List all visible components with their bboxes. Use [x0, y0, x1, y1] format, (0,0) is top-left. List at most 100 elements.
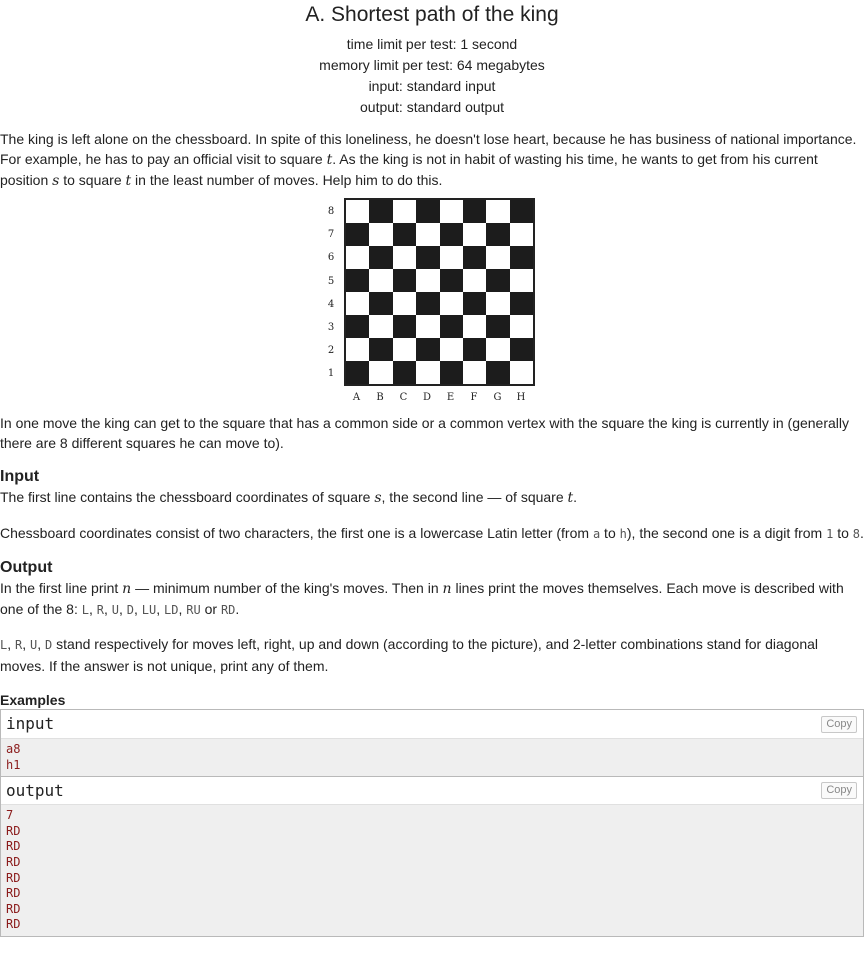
sample-line: a8	[6, 742, 21, 756]
board-square	[392, 223, 417, 246]
var-n: n	[122, 581, 132, 597]
output-section-title: Output	[0, 559, 53, 576]
input-text: .	[860, 525, 864, 541]
problem-title: A. Shortest path of the king	[305, 3, 559, 26]
input-text: to	[833, 525, 853, 541]
board-square	[369, 338, 393, 361]
sample-input-label: input	[6, 714, 55, 733]
board-square	[439, 269, 463, 292]
move-code: RU	[186, 603, 201, 617]
board-square	[392, 361, 417, 384]
board-square	[462, 315, 487, 338]
problem-limits: time limit per test: 1 second memory lim…	[0, 34, 864, 118]
sample-tests: input Copy a8 h1 output Copy 7 RD RD RD RD RD R…	[0, 709, 864, 937]
sample-input-header: input Copy	[1, 710, 863, 739]
board-square	[369, 361, 393, 384]
board-square	[509, 223, 533, 246]
board-square	[346, 223, 370, 246]
file-label: H	[516, 392, 526, 403]
board-square	[462, 223, 487, 246]
sample-output-content[interactable]: 7 RD RD RD RD RD RD RD	[1, 805, 863, 936]
input-line-1: The first line contains the chessboard c…	[0, 487, 864, 508]
board-square	[486, 292, 510, 315]
input-section-title: Input	[0, 468, 40, 485]
board-square	[509, 246, 533, 269]
chessboard	[344, 198, 535, 386]
code-8: 8	[852, 527, 861, 541]
board-square	[486, 338, 510, 361]
board-square	[486, 200, 510, 223]
move-code: LU	[141, 603, 157, 617]
input-spec: input: standard input	[368, 78, 496, 94]
examples-title: Examples	[0, 692, 66, 708]
sample-line: RD	[6, 854, 21, 869]
board-square	[486, 269, 510, 292]
board-square	[369, 200, 393, 223]
rank-label: 1	[327, 368, 335, 380]
sample-line: RD	[6, 839, 21, 854]
move-code: L	[0, 638, 8, 652]
rank-label: 7	[327, 229, 335, 241]
sample-line: RD	[6, 901, 21, 916]
moves-list: L, R, U, D, LU, LD, RU or RD	[81, 601, 236, 617]
board-square	[369, 292, 393, 315]
board-square	[462, 292, 487, 315]
memory-limit: memory limit per test: 64 megabytes	[319, 57, 545, 73]
board-square	[439, 338, 463, 361]
board-square	[392, 292, 417, 315]
output-line-2: L, R, U, D stand respectively for moves …	[0, 634, 864, 677]
output-line-1: In the first line print n — minimum numb…	[0, 578, 864, 620]
board-square	[462, 246, 487, 269]
board-square	[439, 200, 463, 223]
board-square	[416, 223, 440, 246]
board-square	[369, 223, 393, 246]
chessboard-figure: 8 7 6 5 4 3 2 1 A B C D E F G H	[0, 198, 864, 408]
board-square	[509, 315, 533, 338]
board-square	[346, 246, 370, 269]
board-square	[369, 269, 393, 292]
board-square	[439, 361, 463, 384]
copy-output-button[interactable]: Copy	[821, 782, 857, 800]
move-code: D	[126, 603, 135, 617]
file-label: G	[493, 392, 502, 403]
statement-paragraph-1: The king is left alone on the chessboard…	[0, 129, 864, 191]
board-square	[416, 338, 440, 361]
board-square	[509, 269, 533, 292]
board-square	[416, 361, 440, 384]
board-square	[509, 200, 533, 223]
statement-text: to square	[59, 172, 126, 188]
copy-input-button[interactable]: Copy	[821, 715, 857, 733]
move-code: RD	[220, 603, 236, 617]
board-square	[416, 315, 440, 338]
board-square	[509, 361, 533, 384]
sample-line: RD	[6, 870, 21, 885]
board-square	[369, 246, 393, 269]
board-square	[369, 315, 393, 338]
board-square	[416, 292, 440, 315]
rank-label: 5	[327, 275, 335, 287]
move-code: U	[30, 638, 38, 652]
move-code: U	[111, 603, 119, 617]
output-text: stand respectively for moves left, right…	[0, 636, 819, 674]
input-text: The first line contains the chessboard c…	[0, 489, 375, 505]
board-square	[462, 338, 487, 361]
sample-output-header: output Copy	[1, 776, 863, 806]
file-label: A	[352, 392, 361, 403]
board-square	[509, 292, 533, 315]
sample-output-label: output	[6, 780, 64, 800]
statement-paragraph-2: In one move the king can get to the squa…	[0, 415, 850, 451]
board-square	[509, 338, 533, 361]
sample-line: RD	[6, 823, 21, 838]
board-square	[416, 269, 440, 292]
input-text: , the second line — of square	[381, 489, 568, 505]
rank-label: 6	[327, 252, 335, 264]
sample-input-content[interactable]: a8 h1	[1, 739, 863, 777]
var-n: n	[442, 581, 452, 597]
file-label: B	[376, 392, 384, 403]
basic-moves-list: L, R, U, D	[0, 636, 53, 652]
file-label: C	[399, 392, 408, 403]
file-label: E	[446, 392, 455, 403]
output-spec: output: standard output	[360, 99, 504, 115]
board-square	[346, 200, 370, 223]
board-square	[392, 200, 417, 223]
